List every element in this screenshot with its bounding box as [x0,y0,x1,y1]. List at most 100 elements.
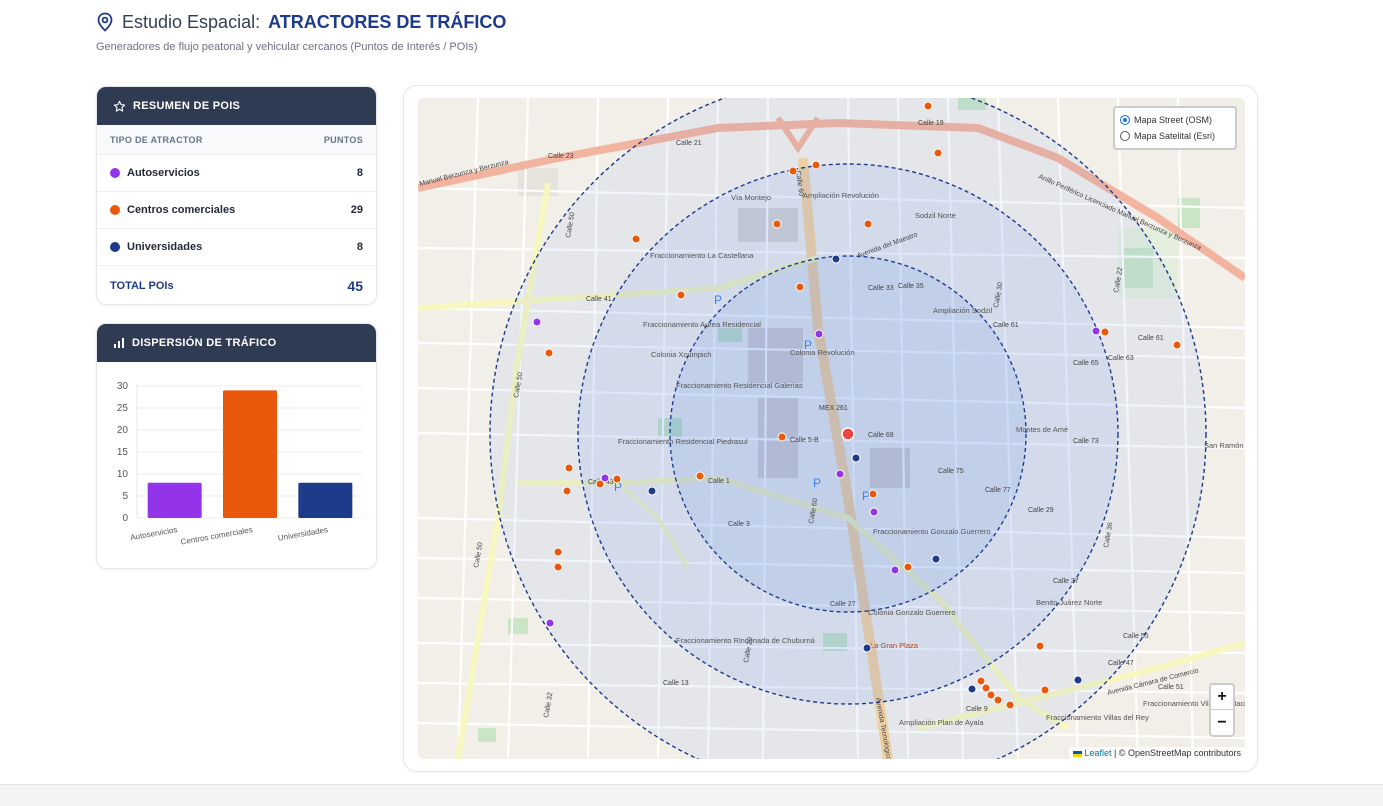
label-calle-5b: Calle 5-B [790,437,819,444]
poi-marker-universidad[interactable] [851,453,861,463]
poi-row-value: 8 [356,167,363,179]
footer-band [0,784,1383,806]
star-icon [113,100,126,112]
layer-satellite-radio[interactable] [1120,131,1130,141]
poi-row-label: Autoservicios [127,167,200,179]
zoom-control: + − [1209,683,1235,737]
poi-marker-autoservicio[interactable] [869,507,879,517]
poi-marker-autoservicio[interactable] [532,317,542,327]
ukraine-flag-icon [1072,750,1082,757]
zoom-in-button[interactable]: + [1211,685,1233,710]
poi-marker-autoservicio[interactable] [814,329,824,339]
poi-marker-centro-comercial[interactable] [676,290,686,300]
label-calle-33: Calle 33 [868,285,894,292]
poi-marker-centro-comercial[interactable] [564,463,574,473]
y-tick-label: 20 [117,425,129,436]
poi-marker-centro-comercial[interactable] [795,282,805,292]
label-calle-41: Calle 41 [586,296,612,303]
label-revolucion: Colonia Revolución [790,348,855,357]
poi-marker-centro-comercial[interactable] [1172,340,1182,350]
poi-marker-autoservicio[interactable] [890,565,900,575]
col-points-header: PUNTOS [323,134,363,145]
label-ampliacion-revolucion: Ampliación Revolución [803,191,879,200]
poi-marker-centro-comercial[interactable] [993,695,1003,705]
label-xcumpich: Colonia Xcumpich [651,350,711,359]
poi-marker-centro-comercial[interactable] [981,683,991,693]
poi-marker-autoservicio[interactable] [1091,326,1101,336]
parking-icon: P [813,476,821,490]
map-pin-icon [97,12,113,32]
poi-marker-universidad[interactable] [931,554,941,564]
poi-marker-centro-comercial[interactable] [1005,700,1015,710]
poi-row-universidades: Universidades 8 [97,229,376,266]
label-calle-29: Calle 29 [1028,507,1054,514]
layer-osm-label[interactable]: Mapa Street (OSM) [1134,115,1212,125]
poi-marker-centro-comercial[interactable] [868,489,878,499]
label-calle-55: Calle 55 [1123,633,1149,640]
label-calle-13: Calle 13 [663,680,689,687]
page-title-prefix: Estudio Espacial: [122,11,261,32]
poi-marker-universidad[interactable] [831,254,841,264]
poi-marker-autoservicio[interactable] [545,618,555,628]
zoom-out-button[interactable]: − [1211,710,1233,735]
poi-marker-centro-comercial[interactable] [777,432,787,442]
poi-row-label: Centros comerciales [127,204,236,216]
poi-marker-universidad[interactable] [647,486,657,496]
poi-marker-centro-comercial[interactable] [923,101,933,111]
poi-marker-centro-comercial[interactable] [772,219,782,229]
bar-centros-comerciales[interactable] [223,390,277,518]
label-gonzalo-guerrero: Fraccionamiento Gonzalo Guerrero [873,527,991,536]
poi-marker-centro-comercial[interactable] [544,348,554,358]
label-aurea: Fraccionamiento Aurea Residencial [643,320,761,329]
traffic-dispersion-header: DISPERSIÓN DE TRÁFICO [97,324,376,362]
layer-satellite-label[interactable]: Mapa Satelital (Esri) [1134,131,1215,141]
poi-marker-universidad[interactable] [967,684,977,694]
poi-marker-centro-comercial[interactable] [631,234,641,244]
poi-marker-autoservicio[interactable] [600,473,610,483]
bar-universidades[interactable] [298,482,353,518]
bar-chart: 0 5 10 15 20 25 30 Autoservicios Centros comerci… [117,381,363,547]
layer-option-satellite[interactable]: Mapa Satelital (Esri) [1120,128,1230,144]
study-site-marker[interactable] [841,427,855,441]
label-piedrasul: Fraccionamiento Residencial Piedrasul [618,437,748,446]
label-mex261: MEX 261 [819,405,848,412]
poi-marker-centro-comercial[interactable] [933,148,943,158]
poi-marker-centro-comercial[interactable] [1040,685,1050,695]
poi-marker-centro-comercial[interactable] [788,166,798,176]
poi-marker-centro-comercial[interactable] [1100,327,1110,337]
poi-marker-universidad[interactable] [862,643,872,653]
map-base: Vía Montejo Ampliación Revolución Sodzil… [418,98,1245,759]
poi-row-centros-comerciales: Centros comerciales 29 [97,192,376,229]
parking-icon: P [714,293,722,307]
poi-marker-autoservicio[interactable] [835,469,845,479]
label-castellana: Fraccionamiento La Castellana [650,251,754,260]
poi-marker-centro-comercial[interactable] [863,219,873,229]
poi-summary-title: RESUMEN DE POIS [133,100,241,112]
label-sodzil-norte: Sodzil Norte [915,211,956,220]
leaflet-link[interactable]: Leaflet [1084,748,1111,758]
poi-marker-centro-comercial[interactable] [903,562,913,572]
parking-icon: P [862,489,870,503]
poi-marker-centro-comercial[interactable] [976,676,986,686]
bar-autoservicios[interactable] [147,482,202,518]
y-tick-label: 5 [122,491,128,502]
poi-summary-header: RESUMEN DE POIS [97,87,376,125]
label-calle-73: Calle 73 [1073,438,1099,445]
poi-marker-centro-comercial[interactable] [986,690,996,700]
poi-marker-centro-comercial[interactable] [553,562,563,572]
y-tick-label: 25 [117,403,129,414]
map[interactable]: Vía Montejo Ampliación Revolución Sodzil… [418,98,1245,759]
poi-marker-centro-comercial[interactable] [553,547,563,557]
x-tick-label: Autoservicios [130,525,178,542]
poi-marker-centro-comercial[interactable] [811,160,821,170]
label-calle-75: Calle 75 [938,468,964,475]
poi-marker-centro-comercial[interactable] [695,471,705,481]
chart-body: 0 5 10 15 20 25 30 Autoservicios Centros comerci… [97,362,376,568]
layer-osm-radio[interactable] [1120,115,1130,125]
label-calle-63: Calle 63 [1108,355,1134,362]
poi-marker-universidad[interactable] [1073,675,1083,685]
poi-marker-centro-comercial[interactable] [562,486,572,496]
poi-marker-centro-comercial[interactable] [1035,641,1045,651]
layer-option-osm[interactable]: Mapa Street (OSM) [1120,112,1230,128]
poi-marker-centro-comercial[interactable] [612,474,622,484]
